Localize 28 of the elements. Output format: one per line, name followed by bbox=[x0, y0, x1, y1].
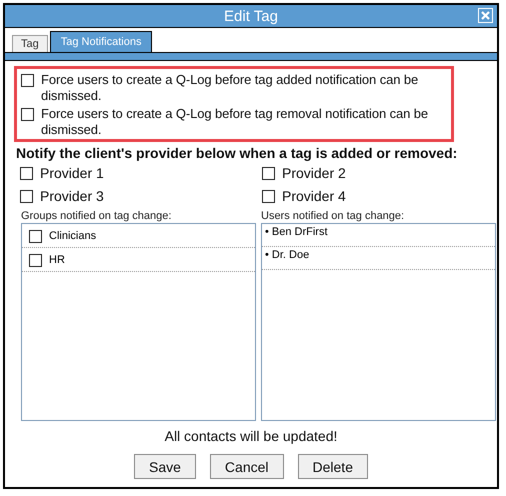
list-item: • Dr. Doe bbox=[265, 249, 310, 261]
tab[interactable]: Tag bbox=[12, 35, 48, 52]
checkbox[interactable] bbox=[21, 74, 34, 87]
checkbox[interactable] bbox=[21, 108, 34, 121]
checkbox-label: Force users to create a Q-Log before tag removal notification can be dismissed. bbox=[41, 106, 430, 138]
list-item: Clinicians bbox=[49, 230, 96, 242]
list-label: Users notified on tag change: bbox=[261, 210, 406, 222]
checkbox[interactable] bbox=[20, 167, 33, 180]
checkbox-label: Provider 2 bbox=[282, 165, 346, 181]
close-icon[interactable] bbox=[478, 8, 493, 23]
checkbox-label: Force users to create a Q-Log before tag added notification can be dismissed. bbox=[41, 72, 420, 104]
checkbox-label: Provider 1 bbox=[40, 165, 104, 181]
checkbox-label: Provider 4 bbox=[282, 188, 346, 204]
list-item: • Ben DrFirst bbox=[265, 226, 328, 238]
list-item: HR bbox=[49, 254, 65, 266]
dialog-button[interactable]: Save bbox=[134, 454, 196, 479]
section-heading: Notify the client's provider below when a tag is added or removed: bbox=[16, 145, 458, 161]
checkbox[interactable] bbox=[29, 254, 42, 267]
dialog-button[interactable]: Delete bbox=[298, 454, 368, 479]
checkbox-label: Provider 3 bbox=[40, 188, 104, 204]
window-title: Edit Tag bbox=[224, 8, 278, 24]
dialog-button[interactable]: Cancel bbox=[210, 454, 284, 479]
checkbox[interactable] bbox=[29, 230, 42, 243]
info-message: All contacts will be updated! bbox=[164, 428, 338, 444]
list-label: Groups notified on tag change: bbox=[21, 210, 172, 222]
checkbox[interactable] bbox=[20, 190, 33, 203]
checkbox[interactable] bbox=[262, 167, 275, 180]
checkbox[interactable] bbox=[262, 190, 275, 203]
